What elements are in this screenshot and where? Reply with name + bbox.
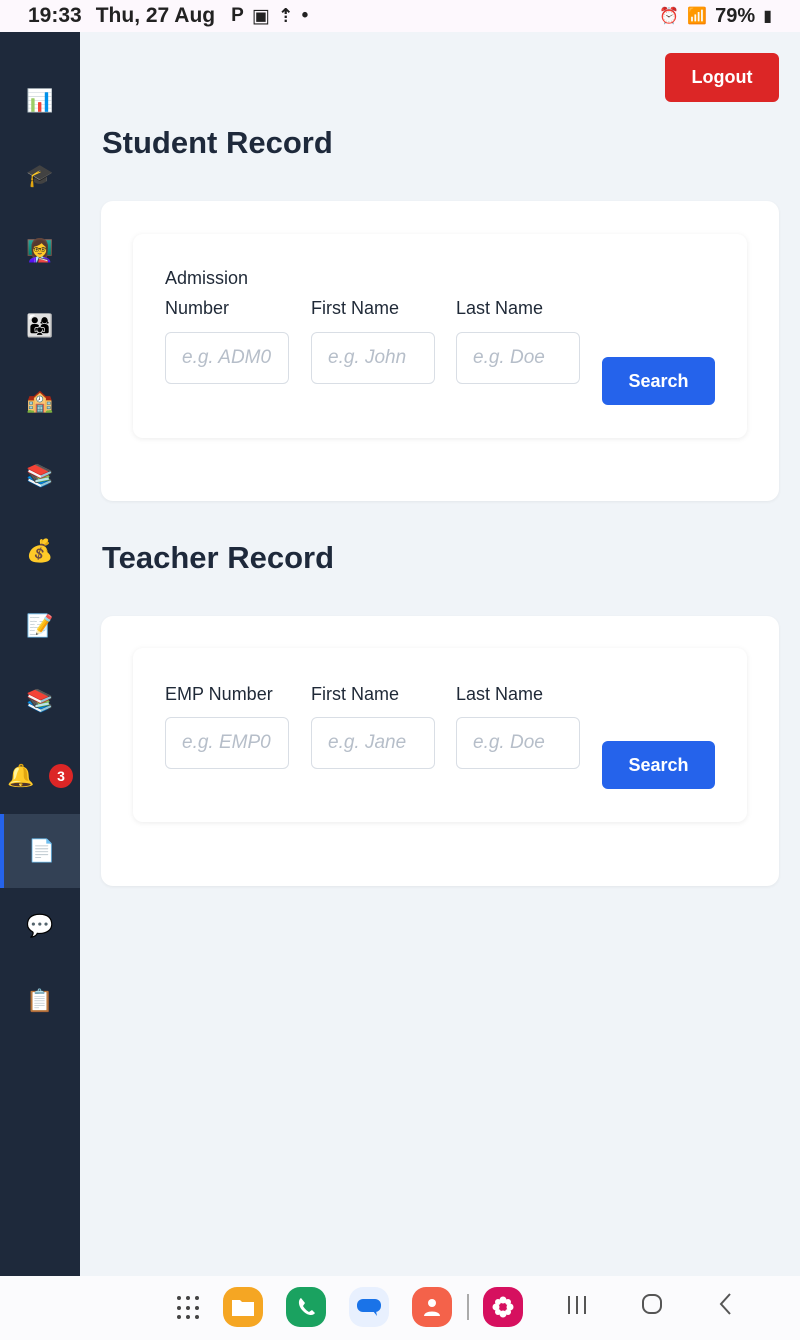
document-icon: 📄 xyxy=(28,838,56,863)
contacts-icon[interactable] xyxy=(412,1287,452,1327)
teacher-last-name-input[interactable] xyxy=(456,717,580,769)
student-search-button[interactable]: Search xyxy=(602,357,715,405)
sidebar-item-reports[interactable]: 📋 xyxy=(0,964,80,1038)
teacher-search-button[interactable]: Search xyxy=(602,741,715,789)
battery-level: 79% xyxy=(715,4,756,27)
money-bag-icon: 💰 xyxy=(26,538,54,563)
student-record-card: Admission Number First Name Last Name Se… xyxy=(101,201,779,501)
teacher-first-name-input[interactable] xyxy=(311,717,435,769)
sidebar-item-dashboard[interactable]: 📊 xyxy=(0,64,80,138)
status-bar: 19:33 Thu, 27 Aug P ▣ ⇡ • ⏰ 📶 79% ▮ xyxy=(0,0,800,32)
sidebar-item-teachers[interactable]: 👩‍🏫 xyxy=(0,214,80,288)
sidebar-item-parents[interactable]: 👨‍👩‍👧 xyxy=(0,289,80,363)
teacher-record-card: EMP Number First Name Last Name Search xyxy=(101,616,779,886)
student-first-name-input[interactable] xyxy=(311,332,435,384)
memo-icon: 📝 xyxy=(26,613,54,638)
upload-icon: ⇡ xyxy=(277,5,294,27)
admission-number-input[interactable] xyxy=(165,332,289,384)
sidebar-item-school[interactable]: 🏫 xyxy=(0,364,80,438)
admission-number-label: Admission Number xyxy=(165,268,249,318)
school-icon: 🏫 xyxy=(26,388,54,413)
student-search-form: Admission Number First Name Last Name Se… xyxy=(133,234,747,438)
sidebar-item-finance[interactable]: 💰 xyxy=(0,514,80,588)
teacher-icon: 👩‍🏫 xyxy=(26,238,54,263)
books-icon: 📚 xyxy=(26,463,54,488)
files-icon[interactable] xyxy=(223,1287,263,1327)
logout-button[interactable]: Logout xyxy=(665,53,779,102)
student-record-title: Student Record xyxy=(102,125,333,160)
teacher-last-name-label: Last Name xyxy=(456,684,544,704)
teacher-first-name-label: First Name xyxy=(311,684,400,704)
status-right: ⏰ 📶 79% ▮ xyxy=(659,5,772,28)
emp-number-label: EMP Number xyxy=(165,684,273,704)
sidebar-item-students[interactable]: 🎓 xyxy=(0,139,80,213)
status-time: 19:33 xyxy=(28,4,82,27)
alarm-icon: ⏰ xyxy=(659,8,680,25)
parking-icon: P xyxy=(231,4,244,26)
student-last-name-input[interactable] xyxy=(456,332,580,384)
recents-icon[interactable] xyxy=(565,1292,589,1323)
emp-number-input[interactable] xyxy=(165,717,289,769)
speech-bubble-icon: 💬 xyxy=(26,913,54,938)
phone-icon[interactable] xyxy=(286,1287,326,1327)
image-icon: ▣ xyxy=(251,5,270,27)
home-icon[interactable] xyxy=(640,1292,664,1323)
nav-divider xyxy=(467,1294,469,1320)
notification-badge: 3 xyxy=(49,764,73,788)
messages-icon[interactable] xyxy=(349,1287,389,1327)
teacher-record-title: Teacher Record xyxy=(102,540,335,575)
dot-icon: • xyxy=(301,4,309,26)
family-icon: 👨‍👩‍👧 xyxy=(26,313,54,338)
bell-icon: 🔔 xyxy=(7,763,35,788)
student-last-name-label: Last Name xyxy=(456,298,544,318)
apps-grid-icon[interactable] xyxy=(177,1296,201,1320)
sidebar: 📊 🎓 👩‍🏫 👨‍👩‍👧 🏫 📚 💰 📝 📚 🔔 3 📄 💬 📋 xyxy=(0,32,80,1276)
sidebar-item-notifications[interactable]: 🔔 3 xyxy=(0,739,80,813)
battery-icon: ▮ xyxy=(763,8,772,25)
teacher-search-form: EMP Number First Name Last Name Search xyxy=(133,648,747,822)
sidebar-item-exams[interactable]: 📝 xyxy=(0,589,80,663)
chart-icon: 📊 xyxy=(26,88,54,113)
sidebar-item-messages[interactable]: 💬 xyxy=(0,889,80,963)
clipboard-icon: 📋 xyxy=(26,988,54,1013)
sidebar-item-records[interactable]: 📄 xyxy=(0,814,80,888)
graduation-cap-icon: 🎓 xyxy=(26,163,54,188)
wifi-icon: 📶 xyxy=(687,8,708,25)
sidebar-item-library[interactable]: 📚 xyxy=(0,664,80,738)
gallery-icon[interactable] xyxy=(483,1287,523,1327)
books-icon: 📚 xyxy=(26,688,54,713)
student-first-name-label: First Name xyxy=(311,298,400,318)
status-date: Thu, 27 Aug xyxy=(95,4,216,27)
sidebar-item-classes[interactable]: 📚 xyxy=(0,439,80,513)
notification-icons: P ▣ ⇡ • xyxy=(231,5,308,28)
back-icon[interactable] xyxy=(716,1292,736,1323)
bottom-nav-bar xyxy=(0,1276,800,1340)
